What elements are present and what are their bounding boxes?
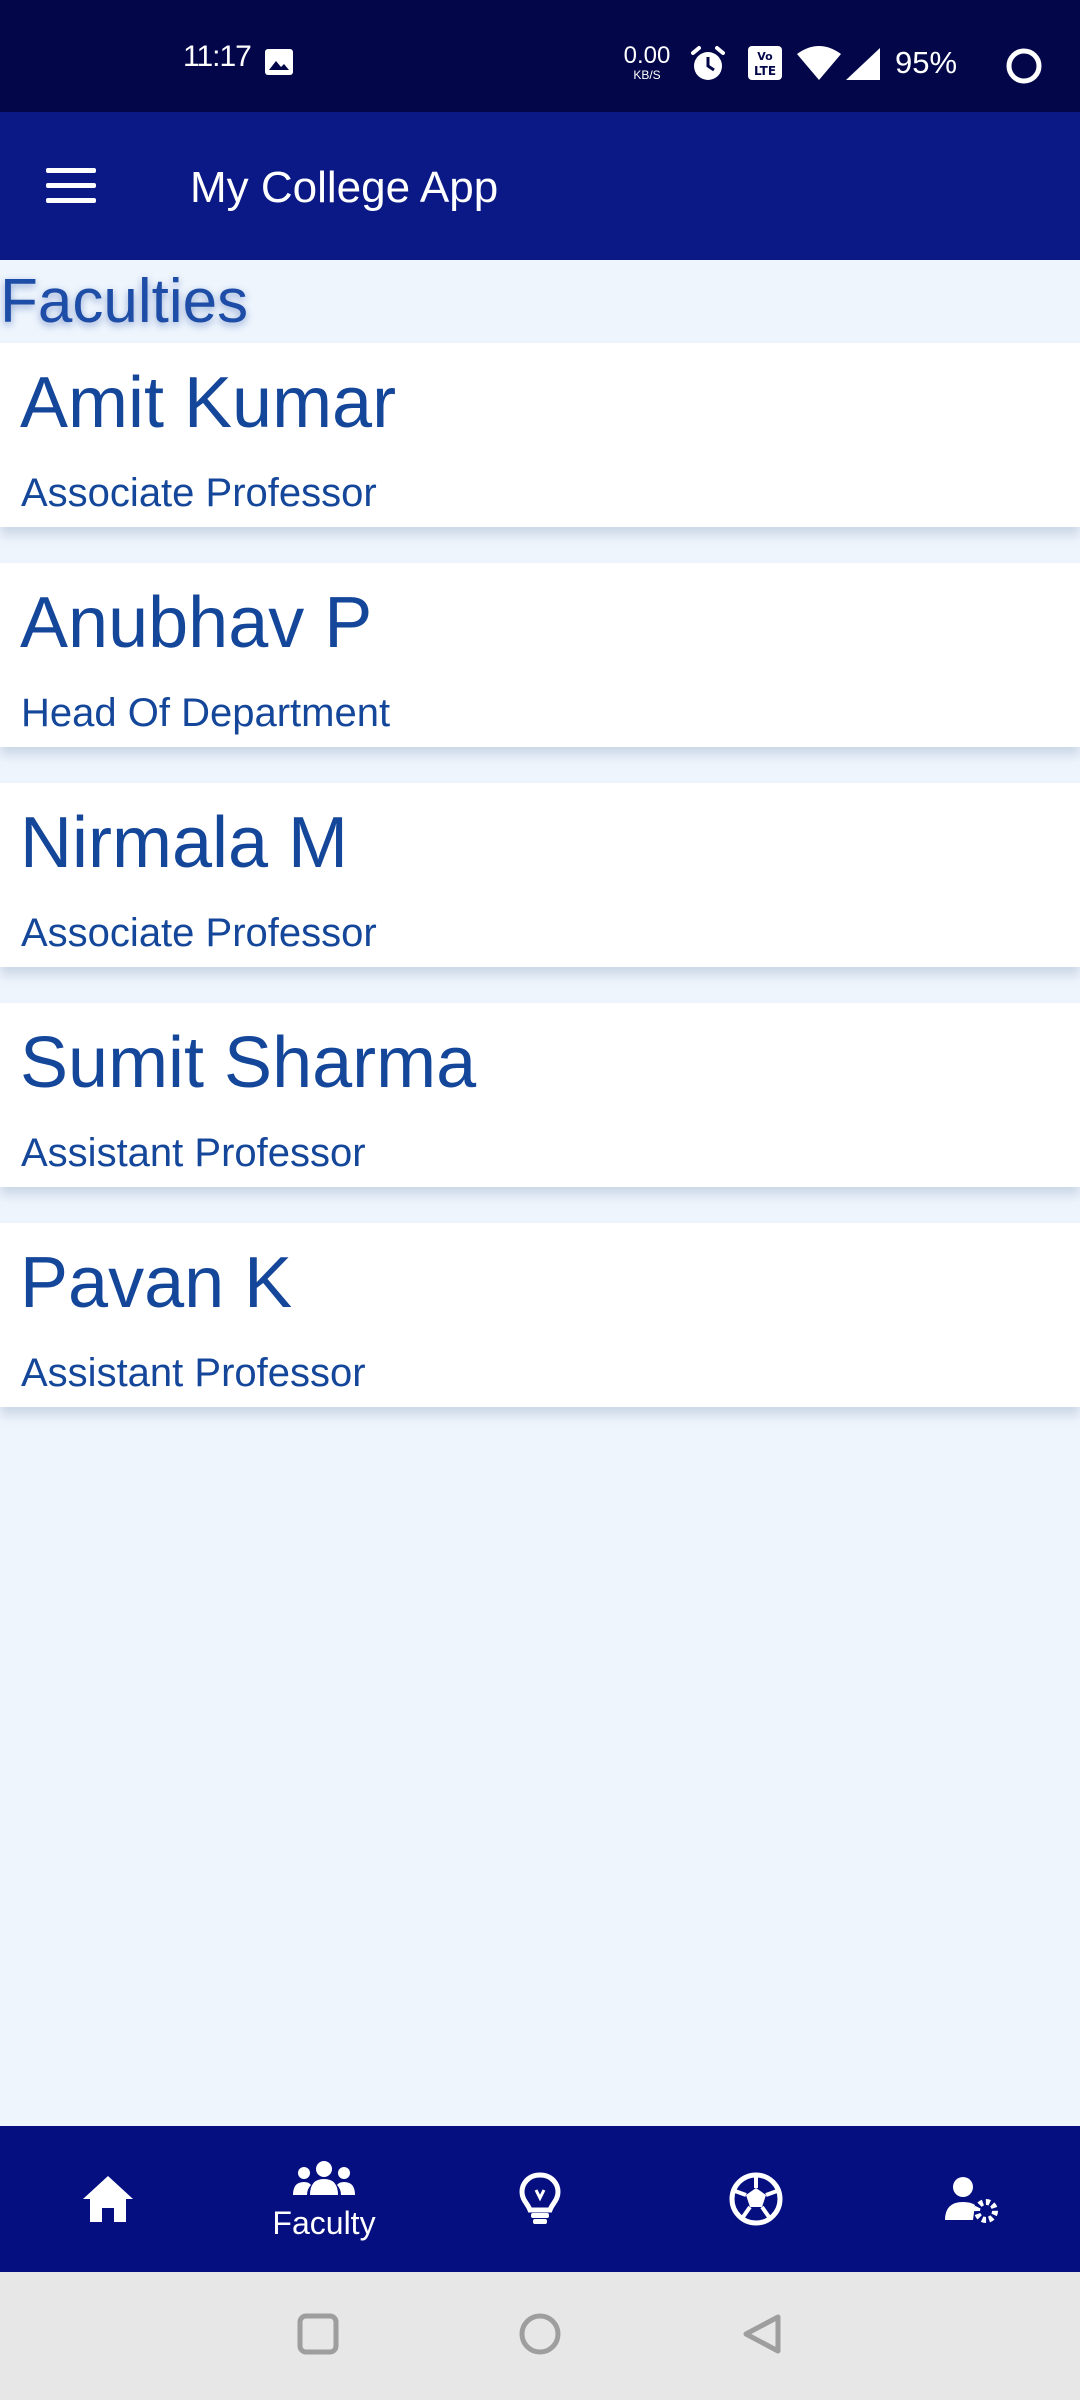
volte-icon: Vo LTE: [748, 46, 782, 80]
faculty-name: Sumit Sharma: [20, 1023, 477, 1103]
football-icon: [729, 2172, 783, 2226]
app-title: My College App: [190, 163, 499, 212]
home-icon: [83, 2176, 133, 2222]
faculty-card[interactable]: Amit Kumar Associate Professor: [0, 343, 1080, 527]
back-triangle-icon[interactable]: [740, 2312, 784, 2356]
faculty-name: Amit Kumar: [20, 363, 397, 443]
nav-faculty[interactable]: Faculty: [216, 2126, 432, 2272]
network-speed: 0.00 KB/S: [622, 42, 672, 82]
faculty-name: Anubhav P: [20, 583, 373, 663]
network-speed-unit: KB/S: [633, 68, 661, 82]
status-time: 11:17: [183, 40, 252, 73]
lightbulb-icon: [519, 2172, 561, 2224]
home-circle-icon[interactable]: [518, 2312, 562, 2356]
faculty-name: Pavan K: [20, 1243, 293, 1323]
system-navigation: [0, 2272, 1080, 2400]
battery-ring-icon: [1006, 48, 1042, 84]
nav-faculty-label: Faculty: [272, 2205, 376, 2241]
signal-icon: [846, 48, 880, 80]
nav-ideas[interactable]: [432, 2126, 648, 2272]
section-title: Faculties: [0, 267, 249, 336]
network-speed-value: 0.00: [623, 42, 671, 69]
faculty-card[interactable]: Pavan K Assistant Professor: [0, 1223, 1080, 1407]
nav-account-settings[interactable]: [864, 2126, 1080, 2272]
alarm-icon: [691, 46, 725, 80]
faculty-name: Nirmala M: [20, 803, 349, 883]
status-icons: 0.00 KB/S Vo LTE 95%: [600, 0, 1080, 112]
faculty-group-icon: [293, 2161, 355, 2195]
wifi-icon: [797, 46, 841, 80]
image-icon: [265, 49, 293, 75]
recents-square-icon[interactable]: [296, 2312, 340, 2356]
faculty-role: Associate Professor: [21, 471, 377, 515]
status-bar: 11:17 0.00 KB/S Vo LTE 95%: [0, 0, 1080, 112]
faculty-card[interactable]: Nirmala M Associate Professor: [0, 783, 1080, 967]
user-settings-icon: [945, 2177, 998, 2223]
faculty-card[interactable]: Sumit Sharma Assistant Professor: [0, 1003, 1080, 1187]
svg-text:Vo: Vo: [757, 50, 773, 63]
nav-sports[interactable]: [648, 2126, 864, 2272]
svg-text:LTE: LTE: [754, 64, 776, 78]
faculty-role: Associate Professor: [21, 911, 377, 955]
faculty-role: Assistant Professor: [21, 1351, 366, 1395]
faculty-role: Head Of Department: [21, 691, 391, 735]
bottom-navigation: Faculty: [0, 2126, 1080, 2272]
nav-home[interactable]: [0, 2126, 216, 2272]
hamburger-menu-icon[interactable]: [46, 168, 98, 204]
battery-percent: 95%: [895, 45, 958, 80]
faculty-role: Assistant Professor: [21, 1131, 366, 1175]
faculty-card[interactable]: Anubhav P Head Of Department: [0, 563, 1080, 747]
app-bar: My College App: [0, 112, 1080, 260]
